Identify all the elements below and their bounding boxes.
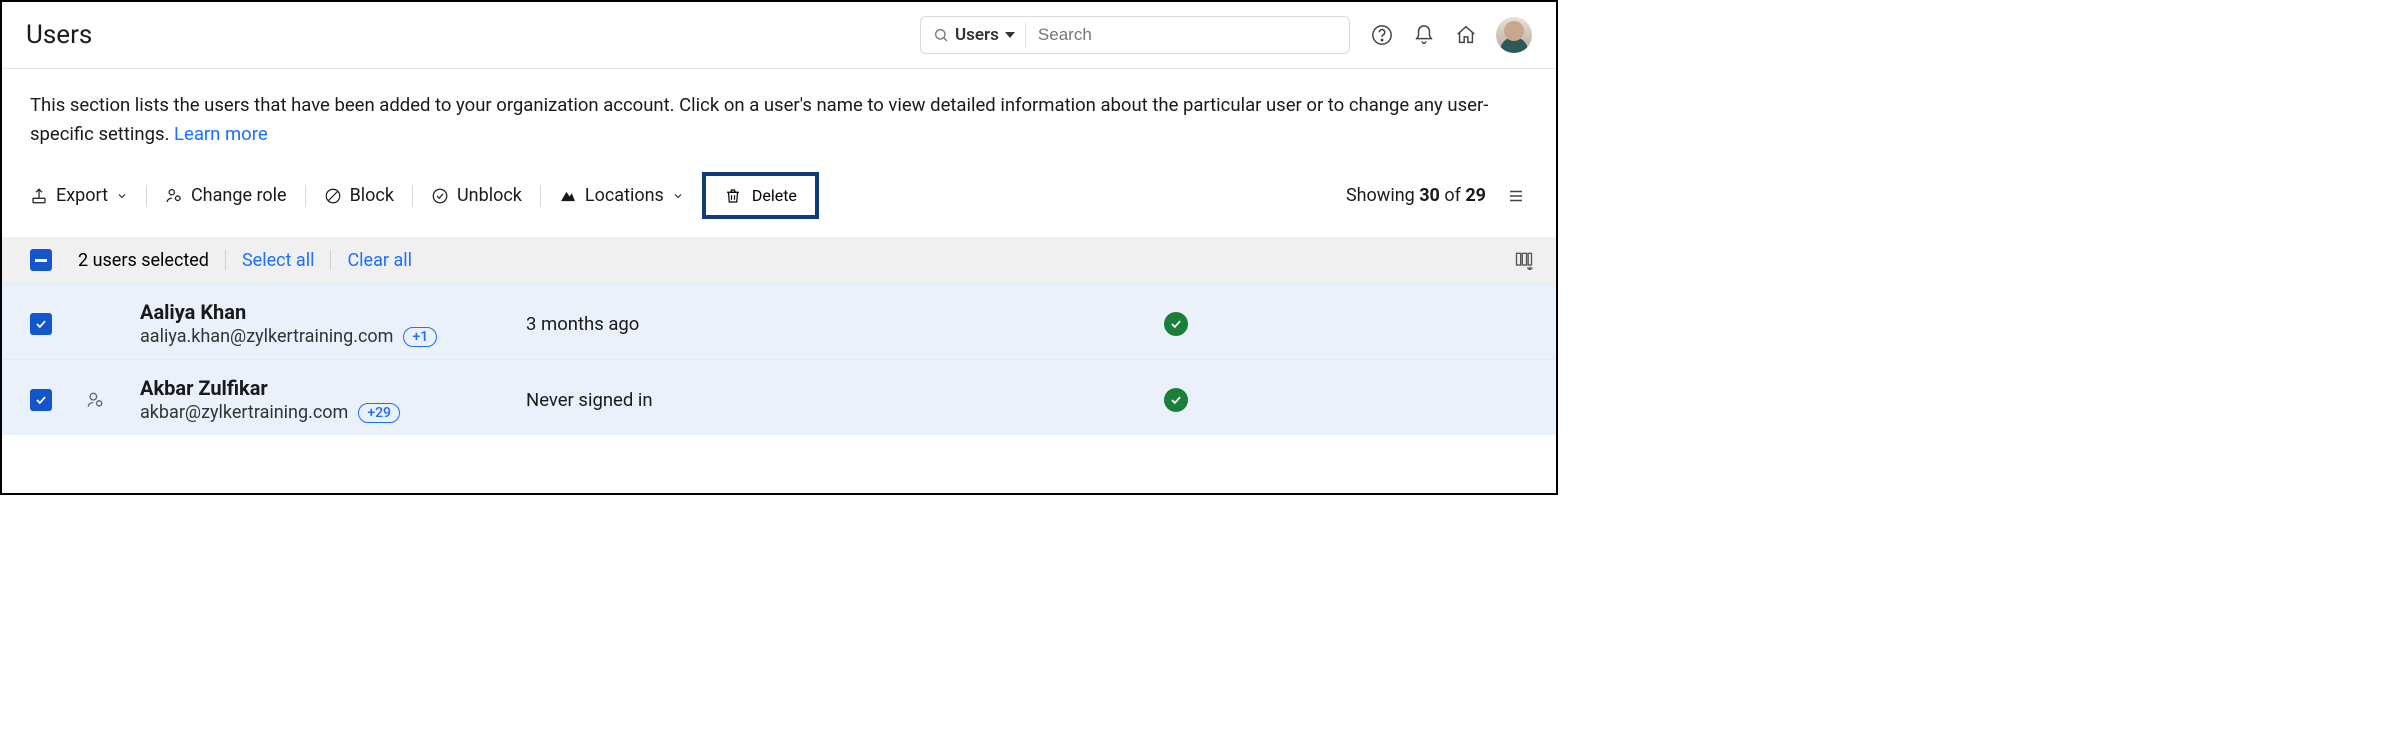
locations-button[interactable]: Locations bbox=[559, 181, 684, 210]
export-icon bbox=[30, 187, 48, 205]
clear-all-link[interactable]: Clear all bbox=[347, 250, 412, 271]
alias-count-badge[interactable]: +1 bbox=[403, 327, 437, 347]
row-checkbox[interactable] bbox=[30, 313, 52, 335]
avatar[interactable] bbox=[1496, 17, 1532, 53]
block-button[interactable]: Block bbox=[324, 181, 394, 210]
column-picker-icon[interactable] bbox=[1514, 250, 1534, 270]
change-role-button[interactable]: Change role bbox=[165, 181, 287, 210]
user-row[interactable]: Aaliya Khan aaliya.khan@zylkertraining.c… bbox=[2, 283, 1556, 359]
page-title: Users bbox=[26, 20, 92, 50]
user-row[interactable]: Akbar Zulfikar akbar@zylkertraining.com … bbox=[2, 359, 1556, 435]
row-checkbox[interactable] bbox=[30, 389, 52, 411]
search-icon bbox=[933, 27, 949, 43]
user-email: akbar@zylkertraining.com bbox=[140, 402, 348, 423]
caret-down-icon bbox=[1005, 30, 1015, 40]
showing-count: Showing 30 of 29 bbox=[1346, 185, 1486, 206]
user-name[interactable]: Akbar Zulfikar bbox=[140, 376, 526, 400]
trash-icon bbox=[724, 187, 742, 205]
select-all-link[interactable]: Select all bbox=[242, 250, 314, 271]
alias-count-badge[interactable]: +29 bbox=[358, 403, 400, 423]
home-icon[interactable] bbox=[1454, 23, 1478, 47]
select-all-checkbox[interactable] bbox=[30, 249, 52, 271]
last-signin: Never signed in bbox=[526, 389, 1164, 411]
export-button[interactable]: Export bbox=[30, 181, 128, 210]
density-icon[interactable] bbox=[1504, 184, 1528, 208]
action-toolbar: Export Change role Block Unblock Locatio… bbox=[2, 172, 1556, 237]
search-bar[interactable]: Users bbox=[920, 16, 1350, 54]
delete-button[interactable]: Delete bbox=[702, 172, 819, 219]
location-icon bbox=[559, 187, 577, 205]
status-ok-icon bbox=[1164, 388, 1188, 412]
unblock-button[interactable]: Unblock bbox=[431, 181, 522, 210]
selection-bar: 2 users selected Select all Clear all bbox=[2, 237, 1556, 283]
search-scope-selector[interactable]: Users bbox=[921, 22, 1026, 48]
chevron-down-icon bbox=[672, 190, 684, 202]
search-input[interactable] bbox=[1026, 18, 1349, 52]
bell-icon[interactable] bbox=[1412, 23, 1436, 47]
selection-count: 2 users selected bbox=[78, 250, 209, 271]
search-scope-label: Users bbox=[955, 25, 999, 45]
section-description: This section lists the users that have b… bbox=[2, 69, 1556, 172]
role-icon bbox=[165, 187, 183, 205]
chevron-down-icon bbox=[116, 190, 128, 202]
learn-more-link[interactable]: Learn more bbox=[174, 123, 268, 145]
block-icon bbox=[324, 187, 342, 205]
status-ok-icon bbox=[1164, 312, 1188, 336]
last-signin: 3 months ago bbox=[526, 313, 1164, 335]
unblock-icon bbox=[431, 187, 449, 205]
help-icon[interactable] bbox=[1370, 23, 1394, 47]
user-email: aaliya.khan@zylkertraining.com bbox=[140, 326, 393, 347]
user-name[interactable]: Aaliya Khan bbox=[140, 300, 526, 324]
